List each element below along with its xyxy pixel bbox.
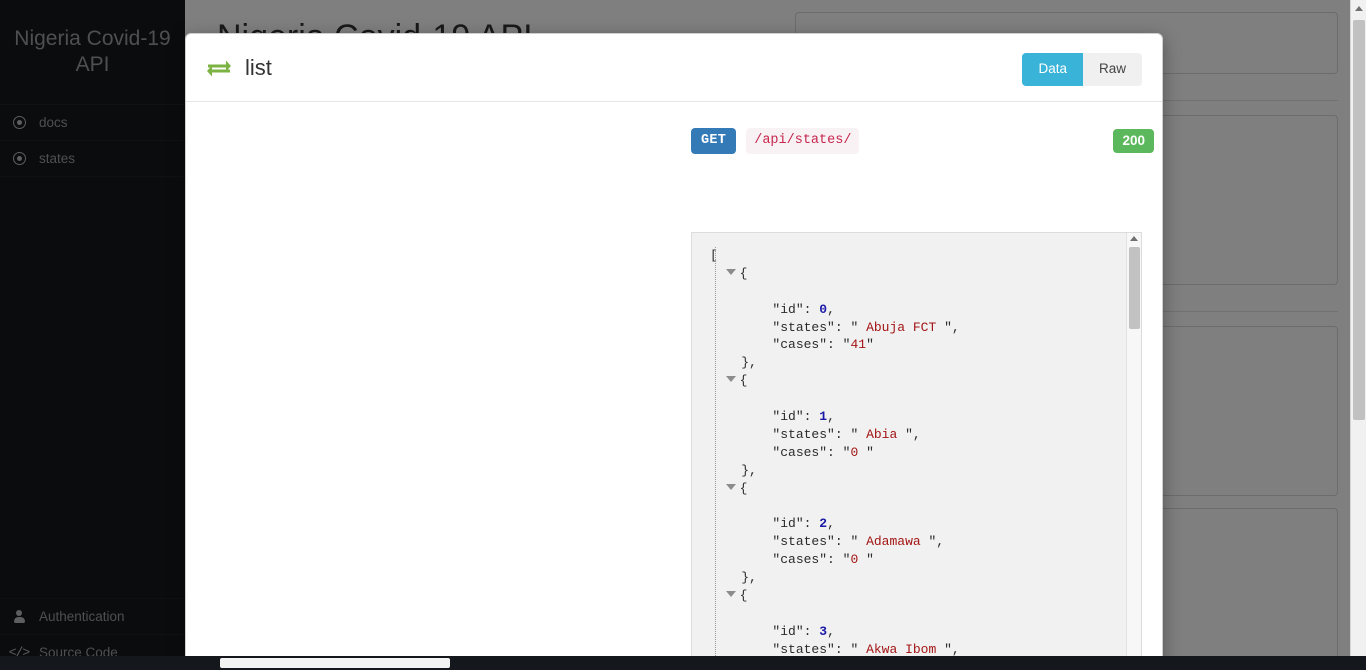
collapse-triangle-icon[interactable]	[725, 376, 736, 383]
collapse-triangle-icon[interactable]	[725, 268, 736, 275]
scroll-up-icon[interactable]	[1127, 236, 1141, 241]
request-summary: GET /api/states/ 200	[186, 128, 1162, 154]
json-line	[710, 390, 1141, 408]
json-object-toggle[interactable]: {	[710, 480, 1141, 498]
json-property-id: "id": 2,	[772, 516, 835, 532]
page-hscrollbar-thumb[interactable]	[220, 658, 450, 668]
json-line: },	[741, 462, 757, 478]
json-tree[interactable]: [ { "id": 0, "states": " Abuja FCT ", "c…	[692, 233, 1141, 668]
json-object-toggle[interactable]: {	[710, 265, 1141, 283]
modal-title-group: list	[206, 55, 272, 81]
collapse-triangle-icon[interactable]	[725, 483, 736, 490]
json-response-panel: [ { "id": 0, "states": " Abuja FCT ", "c…	[691, 232, 1142, 669]
json-line: [	[710, 248, 718, 263]
json-guide-line	[715, 247, 716, 668]
screen: Nigeria Covid-19 API docs states Authent…	[0, 0, 1366, 670]
json-line	[710, 497, 1141, 515]
json-object-toggle[interactable]: {	[710, 587, 1141, 605]
json-line	[710, 605, 1141, 623]
json-line	[710, 283, 1141, 301]
response-modal: list Data Raw GET /api/states/ 200 [ { "…	[185, 33, 1163, 670]
page-vertical-scrollbar[interactable]	[1350, 0, 1366, 670]
page-scrollbar-thumb[interactable]	[1353, 20, 1365, 420]
json-line: },	[741, 570, 757, 586]
toggle-data-button[interactable]: Data	[1022, 53, 1083, 86]
page-horizontal-scrollbar[interactable]	[0, 656, 1366, 670]
json-property-states: "states": " Abia ",	[772, 426, 921, 442]
request-path: /api/states/	[746, 128, 860, 154]
json-object-toggle[interactable]: {	[710, 372, 1141, 390]
json-property-id: "id": 3,	[772, 623, 835, 639]
collapse-triangle-icon[interactable]	[725, 590, 736, 597]
modal-title: list	[245, 54, 272, 80]
json-property-states: "states": " Abuja FCT ",	[772, 319, 960, 335]
modal-header: list Data Raw	[186, 34, 1162, 102]
view-toggle: Data Raw	[1022, 53, 1142, 86]
json-scrollbar-thumb[interactable]	[1129, 247, 1140, 329]
json-property-cases: "cases": "41"	[772, 337, 874, 353]
json-property-id: "id": 1,	[772, 409, 835, 425]
json-line: },	[741, 355, 757, 371]
json-scrollbar[interactable]	[1126, 233, 1141, 668]
json-property-states: "states": " Adamawa ",	[772, 534, 945, 550]
exchange-icon	[206, 59, 232, 77]
json-property-id: "id": 0,	[772, 301, 835, 317]
modal-body: GET /api/states/ 200 [ { "id": 0, "state…	[186, 102, 1162, 669]
scroll-up-icon[interactable]	[1351, 0, 1366, 16]
toggle-raw-button[interactable]: Raw	[1082, 53, 1142, 86]
json-property-cases: "cases": "0 "	[772, 552, 874, 568]
http-method-badge: GET	[691, 128, 737, 154]
status-badge: 200	[1113, 129, 1154, 153]
json-property-cases: "cases": "0 "	[772, 444, 874, 460]
